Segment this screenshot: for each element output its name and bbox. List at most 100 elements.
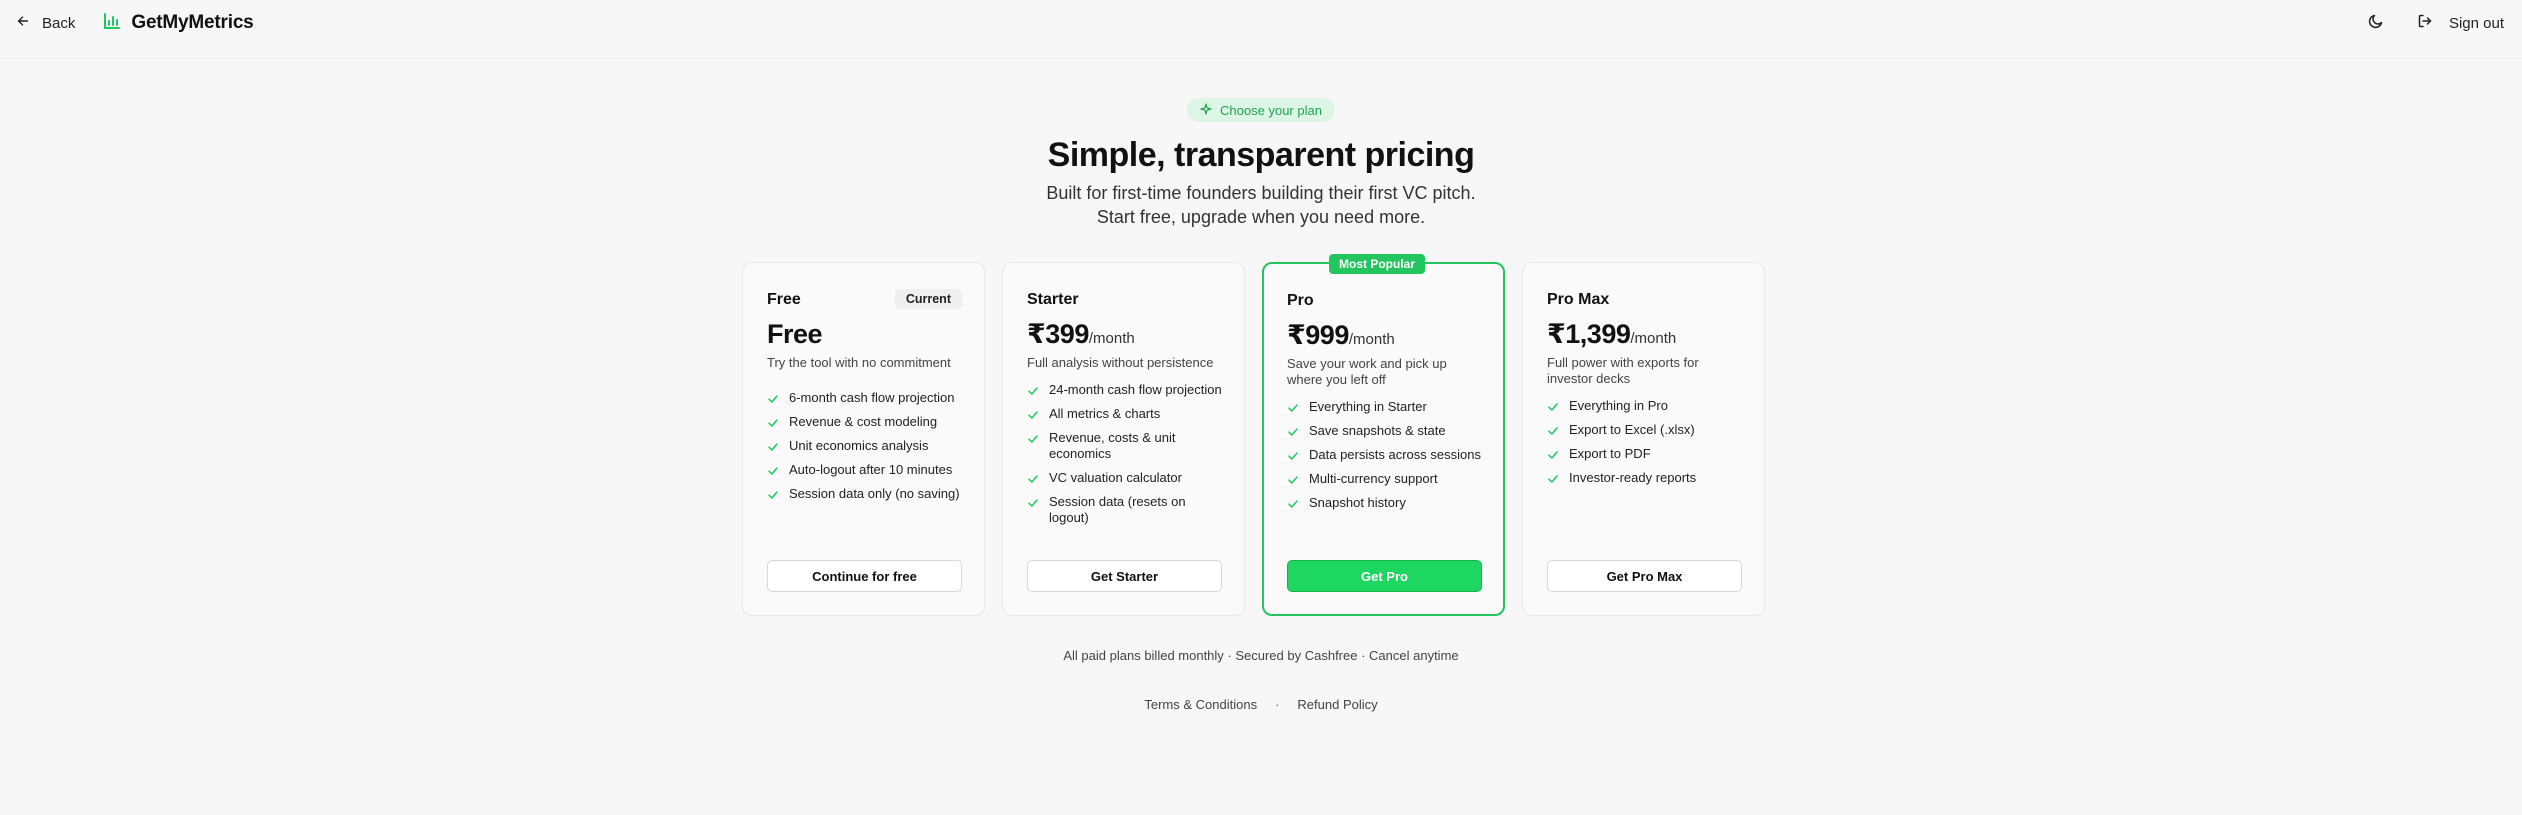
header-divider	[0, 58, 2522, 59]
check-icon	[768, 419, 778, 427]
plan-period: /month	[1348, 331, 1395, 348]
plan-description: Full power with exports for investor dec…	[1547, 355, 1699, 386]
most-popular-badge: Most Popular	[1329, 254, 1426, 274]
check-icon	[1548, 451, 1558, 459]
pricing-cards: Free Current Free Try the tool with no c…	[742, 254, 1766, 616]
check-icon	[1028, 435, 1038, 443]
feature-item: 6-month cash flow projection	[767, 390, 967, 406]
feature-item: Export to PDF	[1547, 446, 1747, 462]
check-icon	[1288, 500, 1298, 508]
top-bar-left: Back GetMyMetrics	[16, 12, 254, 35]
terms-link[interactable]: Terms & Conditions	[1144, 697, 1257, 712]
continue-free-button[interactable]: Continue for free	[767, 560, 962, 592]
back-label: Back	[42, 14, 76, 32]
feature-text: VC valuation calculator	[1049, 470, 1182, 485]
sparkle-icon	[1200, 102, 1212, 118]
feature-item: Revenue & cost modeling	[767, 414, 967, 430]
top-bar-right: Sign out	[2365, 12, 2504, 34]
feature-text: Multi-currency support	[1309, 471, 1438, 486]
plan-card-free: Free Current Free Try the tool with no c…	[742, 262, 985, 616]
top-bar: Back GetMyMetrics Sign out	[0, 0, 2522, 46]
feature-list: Everything in Starter Save snapshots & s…	[1287, 399, 1487, 519]
feature-text: Save snapshots & state	[1309, 423, 1446, 438]
feature-item: 24-month cash flow projection	[1027, 382, 1227, 398]
get-pro-button[interactable]: Get Pro	[1287, 560, 1482, 592]
feature-item: Everything in Starter	[1287, 399, 1487, 415]
arrow-left-icon	[16, 14, 30, 32]
feature-item: Auto-logout after 10 minutes	[767, 462, 967, 478]
plan-card-pro: Most Popular Pro ₹999 /month Save your w…	[1262, 254, 1505, 616]
feature-item: Everything in Pro	[1547, 398, 1747, 414]
feature-text: Investor-ready reports	[1569, 470, 1697, 485]
feature-item: Session data only (no saving)	[767, 486, 967, 502]
pricing-hero: Choose your plan Simple, transparent pri…	[0, 98, 2522, 227]
check-icon	[1028, 475, 1038, 483]
choose-plan-chip: Choose your plan	[1187, 98, 1335, 122]
plan-name: Starter	[1027, 291, 1079, 308]
get-pro-max-button[interactable]: Get Pro Max	[1547, 560, 1742, 592]
feature-text: Revenue & cost modeling	[789, 414, 938, 429]
feature-item: Save snapshots & state	[1287, 423, 1487, 439]
feature-text: All metrics & charts	[1049, 406, 1161, 421]
price-row: ₹999 /month	[1287, 320, 1395, 351]
feature-item: Multi-currency support	[1287, 471, 1487, 487]
check-icon	[1028, 387, 1038, 395]
feature-list: 24-month cash flow projection All metric…	[1027, 382, 1227, 534]
feature-text: Unit economics analysis	[789, 438, 929, 453]
page-title: Simple, transparent pricing	[1047, 136, 1475, 174]
price-row: ₹399 /month	[1027, 319, 1135, 350]
bar-chart-icon	[103, 12, 121, 35]
feature-item: All metrics & charts	[1027, 406, 1227, 422]
logout-icon	[2417, 13, 2433, 33]
moon-icon	[2368, 13, 2384, 34]
plan-card-pro-max: Pro Max ₹1,399 /month Full power with ex…	[1522, 262, 1765, 616]
feature-item: Export to Excel (.xlsx)	[1547, 422, 1747, 438]
plan-description: Save your work and pick up where you lef…	[1287, 356, 1447, 387]
check-icon	[1028, 499, 1038, 507]
feature-text: 6-month cash flow projection	[789, 390, 955, 405]
refund-policy-link[interactable]: Refund Policy	[1297, 697, 1377, 712]
check-icon	[1288, 428, 1298, 436]
plan-price: Free	[767, 319, 823, 349]
plan-price: ₹999	[1287, 320, 1349, 350]
feature-item: Investor-ready reports	[1547, 470, 1747, 486]
check-icon	[1548, 403, 1558, 411]
feature-text: Everything in Pro	[1569, 398, 1668, 413]
check-icon	[1288, 452, 1298, 460]
plan-name: Free	[767, 291, 801, 308]
subtitle-line-1: Built for first-time founders building t…	[1046, 183, 1476, 203]
sign-out-button[interactable]: Sign out	[2417, 13, 2504, 33]
plan-price: ₹399	[1027, 319, 1089, 349]
feature-item: VC valuation calculator	[1027, 470, 1227, 486]
get-starter-button[interactable]: Get Starter	[1027, 560, 1222, 592]
billing-note: All paid plans billed monthly · Secured …	[1063, 648, 1459, 663]
theme-toggle-button[interactable]	[2365, 12, 2387, 34]
price-row: Free	[767, 319, 823, 350]
check-icon	[1028, 411, 1038, 419]
footer-separator: ·	[1275, 697, 1280, 712]
feature-item: Snapshot history	[1287, 495, 1487, 511]
check-icon	[1288, 476, 1298, 484]
price-row: ₹1,399 /month	[1547, 319, 1676, 350]
back-button[interactable]: Back	[16, 14, 75, 32]
subtitle-line-2: Start free, upgrade when you need more.	[1096, 207, 1426, 227]
feature-text: Export to Excel (.xlsx)	[1569, 422, 1695, 437]
check-icon	[1548, 427, 1558, 435]
feature-text: Snapshot history	[1309, 495, 1406, 510]
brand[interactable]: GetMyMetrics	[103, 12, 254, 35]
feature-list: Everything in Pro Export to Excel (.xlsx…	[1547, 398, 1747, 494]
feature-text: Everything in Starter	[1309, 399, 1427, 414]
plan-description: Try the tool with no commitment	[767, 355, 951, 370]
plan-name: Pro	[1287, 292, 1314, 309]
plan-description: Full analysis without persistence	[1027, 355, 1214, 370]
feature-text: Session data only (no saving)	[789, 486, 960, 501]
current-plan-badge: Current	[894, 289, 962, 309]
plan-period: /month	[1630, 330, 1677, 347]
feature-text: 24-month cash flow projection	[1049, 382, 1222, 397]
check-icon	[768, 491, 778, 499]
sign-out-label: Sign out	[2448, 14, 2504, 32]
feature-item: Unit economics analysis	[767, 438, 967, 454]
footer-links: Terms & Conditions · Refund Policy	[0, 697, 2522, 712]
page-subtitle: Built for first-time founders building t…	[0, 181, 2522, 229]
plan-name: Pro Max	[1547, 291, 1610, 308]
